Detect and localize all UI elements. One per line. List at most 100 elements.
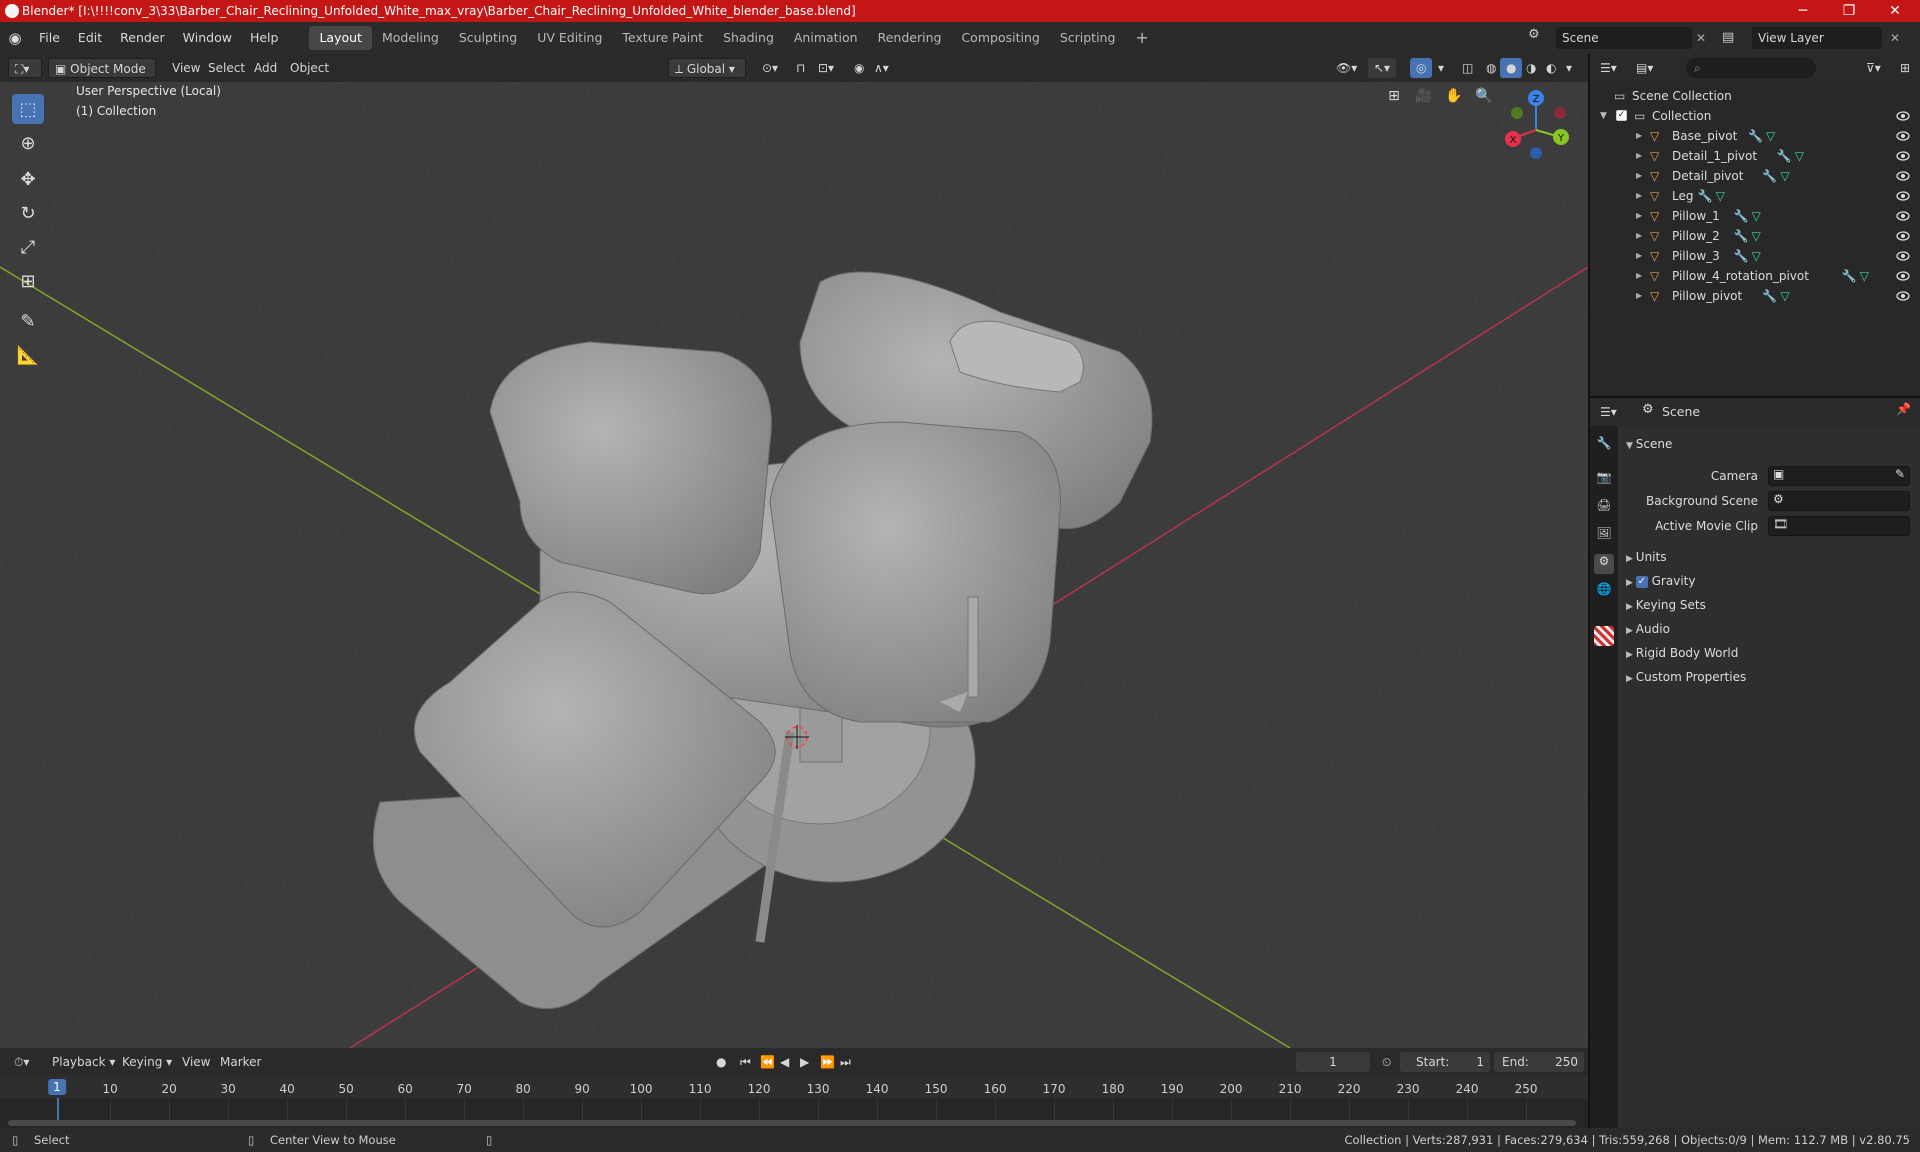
maximize-button[interactable]: ❐: [1826, 0, 1872, 22]
transform-orientation-dropdown[interactable]: ⟂ Global ▾: [668, 58, 746, 78]
background-scene-field[interactable]: ⚙: [1768, 491, 1910, 511]
modifier-wrench-icon[interactable]: 🔧: [1698, 186, 1713, 206]
eye-icon[interactable]: [1896, 169, 1910, 183]
outliner-editor-type-icon[interactable]: ☰▾: [1594, 58, 1623, 78]
timeline-menu-marker[interactable]: Marker: [214, 1052, 267, 1072]
viewport-menu-add[interactable]: Add: [248, 58, 283, 78]
units-section[interactable]: ▶ Units: [1626, 547, 1666, 567]
tool-tab-icon[interactable]: 🔧: [1594, 436, 1614, 456]
zoom-icon[interactable]: 🔍: [1472, 88, 1496, 112]
item-expand-icon[interactable]: ▶: [1636, 246, 1642, 266]
modifier-wrench-icon[interactable]: 🔧: [1762, 166, 1777, 186]
menu-edit[interactable]: Edit: [69, 22, 111, 54]
view-layer-tab-icon[interactable]: 🖼: [1594, 526, 1614, 546]
mesh-data-icon[interactable]: ▽: [1795, 146, 1804, 166]
outliner-search-input[interactable]: ⌕: [1686, 58, 1816, 78]
timeline-menu-view[interactable]: View: [176, 1052, 216, 1072]
modifier-wrench-icon[interactable]: 🔧: [1777, 146, 1792, 166]
menu-window[interactable]: Window: [174, 22, 241, 54]
item-expand-icon[interactable]: ▶: [1636, 146, 1642, 166]
cursor-tool-icon[interactable]: ⊕: [12, 128, 44, 158]
timeline-menu-keying[interactable]: Keying ▾: [116, 1052, 178, 1072]
timeline-scrollbar[interactable]: [8, 1120, 1576, 1126]
audio-section[interactable]: ▶ Audio: [1626, 619, 1670, 639]
vertical-area-divider[interactable]: [1588, 54, 1590, 1128]
timeline-editor-type-icon[interactable]: ⏱▾: [8, 1052, 35, 1072]
play-reverse-icon[interactable]: ◀: [774, 1052, 795, 1072]
modifier-wrench-icon[interactable]: 🔧: [1748, 126, 1763, 146]
outliner-item[interactable]: ▶ ▽ Leg 🔧 ▽: [1590, 186, 1920, 206]
viewport-menu-select[interactable]: Select: [202, 58, 251, 78]
gravity-checkbox[interactable]: ✓: [1635, 575, 1648, 588]
delete-scene-icon[interactable]: ✕: [1696, 27, 1714, 49]
outliner-scene-collection[interactable]: ▭ Scene Collection: [1590, 86, 1920, 106]
gravity-section[interactable]: ▶ ✓ Gravity: [1626, 571, 1695, 591]
minimize-button[interactable]: ─: [1780, 0, 1826, 22]
snap-magnet-icon[interactable]: ⊓: [790, 58, 811, 78]
outliner-item[interactable]: ▶ ▽ Detail_1_pivot 🔧 ▽: [1590, 146, 1920, 166]
jump-end-icon[interactable]: ⏭: [834, 1052, 857, 1072]
gizmo-toggle-icon[interactable]: ↖▾: [1368, 58, 1397, 78]
eye-icon[interactable]: [1896, 289, 1910, 303]
tab-layout[interactable]: Layout: [309, 26, 372, 50]
menu-file[interactable]: File: [30, 22, 69, 54]
eye-icon[interactable]: [1896, 229, 1910, 243]
overlay-toggle-icon[interactable]: ◎: [1410, 58, 1433, 78]
render-tab-icon[interactable]: 📷: [1594, 470, 1614, 490]
use-preview-range-icon[interactable]: ⏲: [1376, 1052, 1397, 1072]
item-expand-icon[interactable]: ▶: [1636, 226, 1642, 246]
start-frame-field[interactable]: Start: 1: [1400, 1052, 1490, 1072]
filter-icon[interactable]: ⊽▾: [1860, 58, 1887, 78]
tab-uv-editing[interactable]: UV Editing: [527, 26, 612, 50]
object-mode-dropdown[interactable]: ▣ Object Mode ▾: [48, 58, 156, 96]
pan-hand-icon[interactable]: ✋: [1442, 88, 1466, 112]
mesh-data-icon[interactable]: ▽: [1752, 246, 1761, 266]
timeline-menu-playback[interactable]: Playback ▾: [46, 1052, 121, 1072]
new-collection-icon[interactable]: ⊞: [1894, 58, 1916, 78]
view-layer-field[interactable]: View Layer: [1752, 27, 1882, 49]
pivot-point-icon[interactable]: ⊙▾: [756, 58, 784, 78]
menu-render[interactable]: Render: [111, 22, 174, 54]
tab-compositing[interactable]: Compositing: [951, 26, 1049, 50]
gizmo-neg-x-icon[interactable]: [1554, 107, 1566, 119]
pin-icon[interactable]: 📌: [1896, 402, 1911, 416]
scale-tool-icon[interactable]: ⤢: [12, 232, 44, 262]
play-icon[interactable]: ▶: [794, 1052, 815, 1072]
outliner-item[interactable]: ▶ ▽ Pillow_1 🔧 ▽: [1590, 206, 1920, 226]
item-expand-icon[interactable]: ▶: [1636, 186, 1642, 206]
item-expand-icon[interactable]: ▶: [1636, 206, 1642, 226]
modifier-wrench-icon[interactable]: 🔧: [1842, 266, 1857, 286]
tab-shading[interactable]: Shading: [713, 26, 784, 50]
close-button[interactable]: ✕: [1872, 0, 1918, 22]
mesh-data-icon[interactable]: ▽: [1860, 266, 1869, 286]
item-expand-icon[interactable]: ▶: [1636, 286, 1642, 306]
gizmo-neg-y-icon[interactable]: [1511, 107, 1523, 119]
outliner-item[interactable]: ▶ ▽ Pillow_pivot 🔧 ▽: [1590, 286, 1920, 306]
tab-animation[interactable]: Animation: [784, 26, 868, 50]
modifier-wrench-icon[interactable]: 🔧: [1762, 286, 1777, 306]
3d-viewport[interactable]: Z Y X ⬚ ⊕ ✥ ↻ ⤢ ⊞ ✎ 📐 User Perspective (…: [0, 82, 1588, 1048]
modifier-wrench-icon[interactable]: 🔧: [1734, 246, 1749, 266]
item-expand-icon[interactable]: ▶: [1636, 126, 1642, 146]
eye-icon[interactable]: [1896, 149, 1910, 163]
eye-icon[interactable]: [1896, 129, 1910, 143]
view-layer-icon[interactable]: ▤: [1722, 27, 1750, 49]
properties-editor-type-icon[interactable]: ☰▾: [1594, 402, 1623, 422]
timeline[interactable]: 1 10 20 30 40 50 60 70 80 90 100 110 120 130 140 150 160…: [0, 1076, 1588, 1128]
modifier-wrench-icon[interactable]: 🔧: [1734, 226, 1749, 246]
editor-type-icon[interactable]: ⛶▾: [8, 58, 42, 78]
snap-target-icon[interactable]: ⊡▾: [812, 58, 840, 78]
end-frame-field[interactable]: End: 250: [1494, 1052, 1584, 1072]
collection-checkbox[interactable]: ✓: [1616, 110, 1627, 121]
menu-help[interactable]: Help: [241, 22, 288, 54]
add-workspace-button[interactable]: +: [1125, 26, 1158, 50]
display-mode-icon[interactable]: ▤▾: [1630, 58, 1659, 78]
move-tool-icon[interactable]: ✥: [12, 164, 44, 194]
mesh-data-icon[interactable]: ▽: [1752, 206, 1761, 226]
scene-name-field[interactable]: Scene: [1556, 27, 1692, 49]
tab-scripting[interactable]: Scripting: [1050, 26, 1126, 50]
output-tab-icon[interactable]: 🖨: [1594, 498, 1614, 518]
visibility-icon[interactable]: 👁▾: [1330, 58, 1363, 78]
tab-rendering[interactable]: Rendering: [868, 26, 952, 50]
eyedropper-icon[interactable]: ✎: [1895, 467, 1905, 481]
